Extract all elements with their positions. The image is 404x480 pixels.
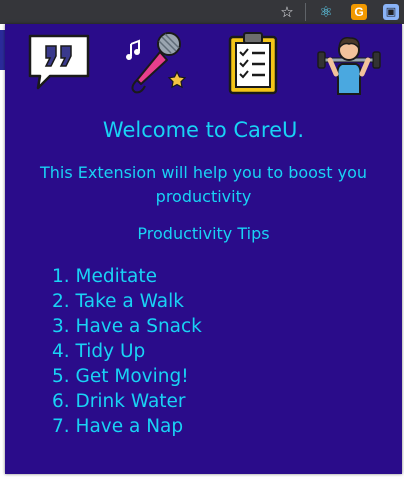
extension-popup: Welcome to CareU. This Extension will he… (5, 24, 402, 474)
weightlifter-icon (316, 30, 382, 96)
tip-item: 2. Take a Walk (52, 291, 184, 312)
tip-item: 1. Meditate (52, 266, 157, 287)
tips-heading: Productivity Tips (137, 224, 270, 243)
icon-row (5, 30, 402, 98)
quote-speech-bubble-icon (26, 30, 92, 96)
microphone-music-icon (123, 30, 189, 96)
grammarly-g-icon[interactable]: G (349, 2, 369, 22)
welcome-title: Welcome to CareU. (102, 118, 305, 142)
tip-item: 6. Drink Water (52, 391, 186, 412)
g-letter: G (351, 4, 367, 20)
browser-toolbar: ☆ ⚛ G ▣ (0, 0, 404, 24)
tip-item: 7. Have a Nap (52, 416, 184, 437)
tip-item: 5. Get Moving! (52, 366, 189, 387)
extension-icon[interactable]: ▣ (381, 2, 401, 22)
tip-item: 3. Have a Snack (52, 316, 202, 337)
tip-item: 4. Tidy Up (52, 341, 146, 362)
tips-list: 1. Meditate 2. Take a Walk 3. Have a Sna… (52, 264, 202, 439)
bookmark-star-icon[interactable]: ☆ (277, 2, 297, 22)
extension-description: This Extension will help you to boost yo… (39, 163, 368, 206)
toolbar-separator (305, 3, 306, 21)
clipboard-checklist-icon (220, 30, 286, 96)
react-devtools-icon[interactable]: ⚛ (316, 2, 336, 22)
